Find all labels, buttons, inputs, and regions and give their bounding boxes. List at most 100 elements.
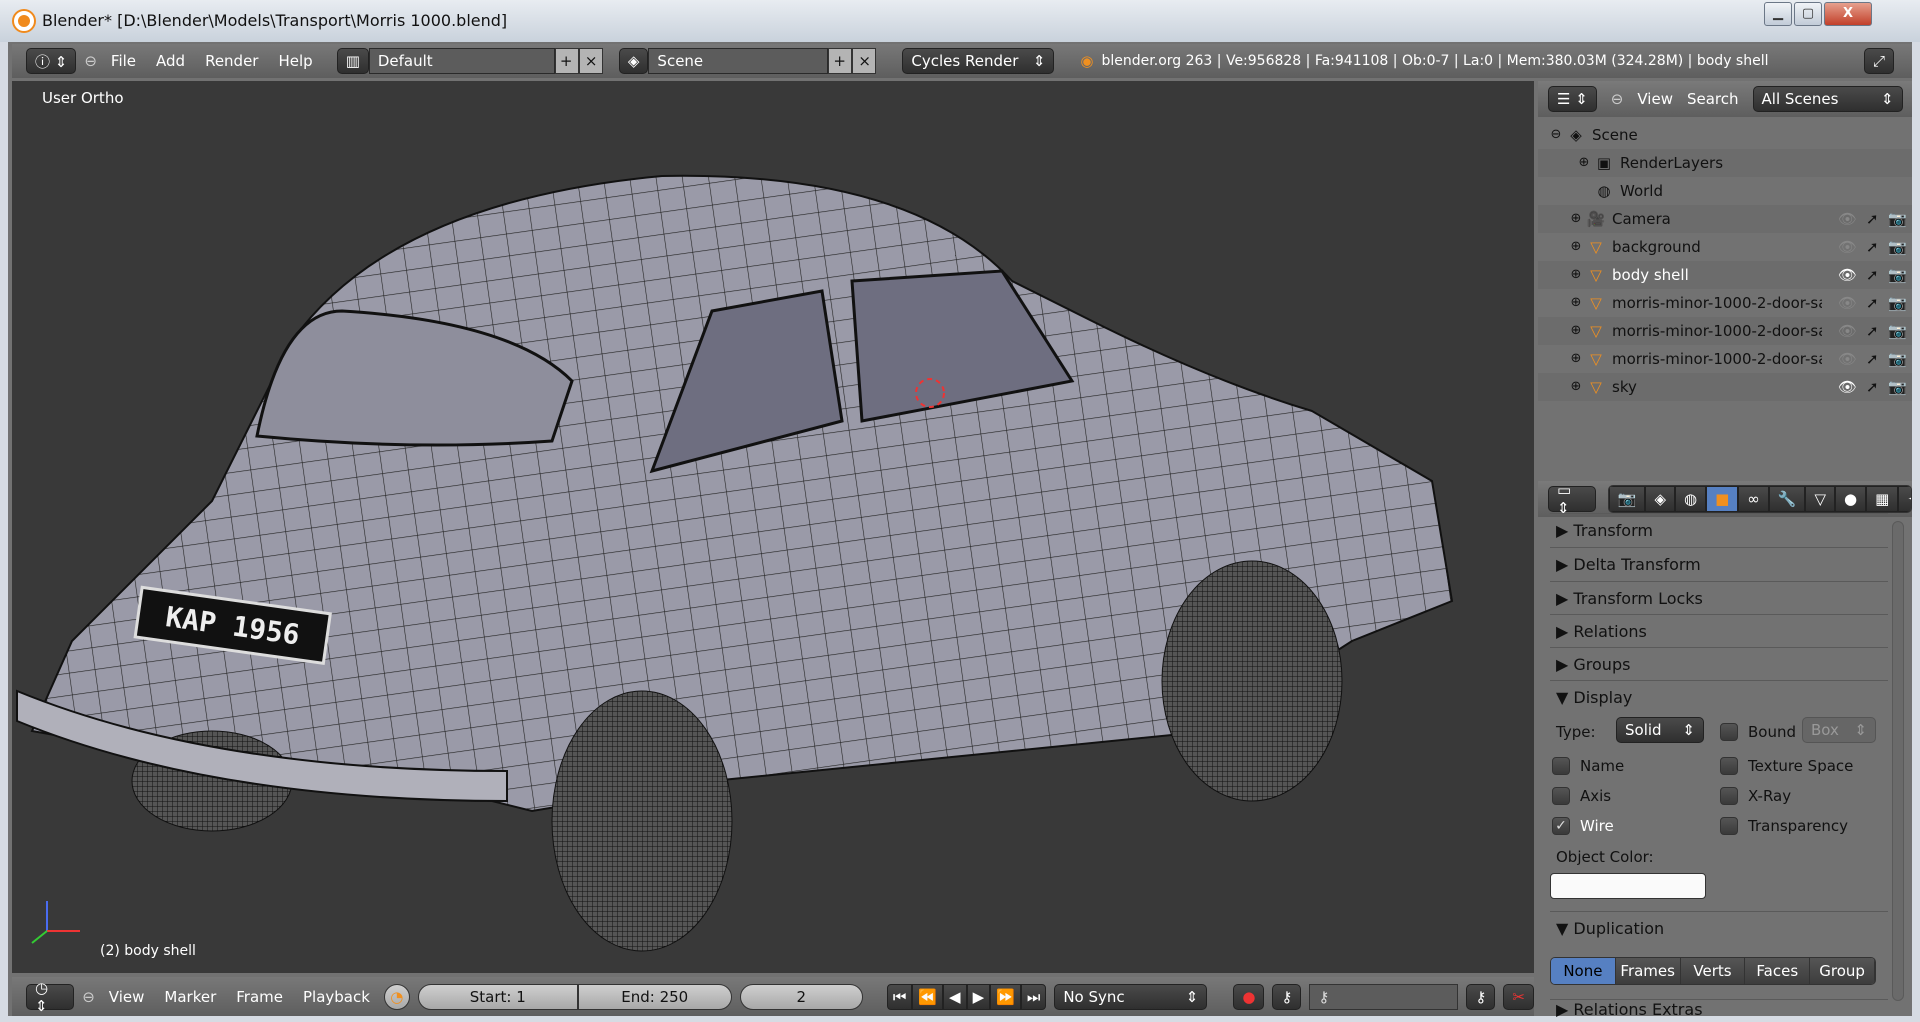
collapse-icon[interactable]: ⊖ (1611, 90, 1624, 108)
render-engine-dropdown[interactable]: Cycles Render ⇕ (902, 48, 1055, 74)
minimize-button[interactable]: ▁ (1764, 2, 1792, 26)
menu-frame[interactable]: Frame (230, 988, 289, 1006)
outliner-item[interactable]: ◍ World (1538, 177, 1912, 205)
name-checkbox[interactable]: Name (1552, 757, 1624, 775)
outliner-view-menu[interactable]: View (1637, 90, 1673, 108)
transparency-checkbox[interactable]: Transparency (1720, 817, 1848, 835)
outliner-item[interactable]: ⊕ ▽ background 👁 ➚ 📷 (1538, 233, 1912, 261)
menu-file[interactable]: File (105, 52, 142, 70)
renderability-camera-icon[interactable]: 📷 (1888, 350, 1907, 368)
editor-type-info-icon[interactable]: ⓘ ⇕ (26, 48, 77, 74)
expand-icon[interactable]: ⊕ (1566, 293, 1586, 313)
texture-tab-icon[interactable]: ▦ (1866, 486, 1899, 512)
world-tab-icon[interactable]: ◍ (1674, 486, 1707, 512)
delete-scene-icon[interactable]: × (852, 48, 877, 74)
selectability-cursor-icon[interactable]: ➚ (1866, 378, 1879, 396)
axis-checkbox[interactable]: Axis (1552, 787, 1611, 805)
panel-relations-extras[interactable]: ▶ Relations Extras (1550, 999, 1888, 1019)
menu-add[interactable]: Add (150, 52, 191, 70)
selectability-cursor-icon[interactable]: ➚ (1866, 322, 1879, 340)
object-color-swatch[interactable] (1550, 873, 1706, 899)
menu-render[interactable]: Render (199, 52, 264, 70)
expand-icon[interactable]: ⊕ (1566, 349, 1586, 369)
insert-keyframe-icon[interactable]: ⚷ (1466, 983, 1496, 1010)
layout-icon[interactable]: ▥ (336, 48, 369, 74)
object-tab-icon[interactable]: ■ (1706, 486, 1739, 512)
timeline-editor-icon[interactable]: ◷ ⇕ (26, 979, 75, 1015)
delete-keyframe-icon[interactable]: ✂ (1503, 983, 1534, 1010)
outliner-item[interactable]: ⊖ ◈ Scene (1538, 121, 1912, 149)
outliner-item[interactable]: ⊕ ▽ sky 👁 ➚ 📷 (1538, 373, 1912, 401)
keying-icon[interactable]: ⚷ (1272, 983, 1302, 1010)
texture-space-checkbox[interactable]: Texture Space (1720, 757, 1853, 775)
wire-checkbox[interactable]: ✓ Wire (1552, 817, 1614, 835)
bound-checkbox[interactable]: Bound (1720, 723, 1796, 741)
visibility-eye-icon[interactable]: 👁 (1838, 350, 1857, 368)
menu-playback[interactable]: Playback (297, 988, 376, 1006)
play-icon[interactable]: ▶ (966, 983, 991, 1010)
panel-display[interactable]: ▼ Display (1550, 680, 1888, 714)
panel-transform[interactable]: ▶ Transform (1550, 513, 1888, 547)
renderability-camera-icon[interactable]: 📷 (1888, 210, 1907, 228)
renderability-camera-icon[interactable]: 📷 (1888, 266, 1907, 284)
constraints-tab-icon[interactable]: ∞ (1738, 486, 1769, 512)
selectability-cursor-icon[interactable]: ➚ (1866, 238, 1879, 256)
display-type-dropdown[interactable]: Solid ⇕ (1616, 717, 1704, 743)
panel-groups[interactable]: ▶ Groups (1550, 647, 1888, 681)
outliner-item[interactable]: ⊕ ▽ body shell 👁 ➚ 📷 (1538, 261, 1912, 289)
end-frame-field[interactable]: End: 250 (577, 983, 732, 1010)
expand-icon[interactable]: ⊕ (1566, 377, 1586, 397)
3d-viewport[interactable]: User Ortho KAP 1956 (2) body shell (12, 81, 1534, 973)
modifiers-tab-icon[interactable]: 🔧 (1768, 486, 1806, 512)
menu-marker[interactable]: Marker (158, 988, 222, 1006)
expand-icon[interactable]: ⊕ (1574, 153, 1594, 173)
scene-selector[interactable]: Scene (648, 48, 829, 74)
panel-transform-locks[interactable]: ▶ Transform Locks (1550, 581, 1888, 615)
add-layout-icon[interactable]: + (554, 48, 579, 74)
dup-faces-button[interactable]: Faces (1745, 958, 1811, 984)
visibility-eye-icon[interactable]: 👁 (1838, 322, 1857, 340)
collapse-icon[interactable]: ⊖ (1546, 125, 1566, 145)
data-tab-icon[interactable]: ▽ (1805, 486, 1835, 512)
menu-help[interactable]: Help (272, 52, 318, 70)
renderability-camera-icon[interactable]: 📷 (1888, 294, 1907, 312)
jump-start-icon[interactable]: ⏮ (886, 983, 913, 1010)
expand-icon[interactable]: ⊕ (1566, 321, 1586, 341)
next-keyframe-icon[interactable]: ⏩ (990, 983, 1021, 1010)
panel-delta-transform[interactable]: ▶ Delta Transform (1550, 547, 1888, 581)
renderability-camera-icon[interactable]: 📷 (1888, 378, 1907, 396)
render-tab-icon[interactable]: 📷 (1608, 486, 1646, 512)
menu-view[interactable]: View (103, 988, 151, 1006)
outliner-item[interactable]: ⊕ 🎥 Camera 👁 ➚ 📷 (1538, 205, 1912, 233)
visibility-eye-icon[interactable]: 👁 (1838, 238, 1857, 256)
scene-icon[interactable]: ◈ (618, 48, 649, 74)
selectability-cursor-icon[interactable]: ➚ (1866, 350, 1879, 368)
prev-keyframe-icon[interactable]: ⏪ (912, 983, 944, 1010)
collapse-icon[interactable]: ⊖ (82, 988, 95, 1006)
record-icon[interactable]: ● (1233, 983, 1265, 1010)
expand-icon[interactable]: ⊕ (1566, 265, 1586, 285)
particles-tab-icon[interactable]: ✦ (1898, 486, 1911, 512)
renderability-camera-icon[interactable]: 📷 (1888, 238, 1907, 256)
visibility-eye-icon[interactable]: 👁 (1838, 294, 1857, 312)
dup-group-button[interactable]: Group (1810, 958, 1875, 984)
fullscreen-icon[interactable]: ⤢ (1863, 48, 1894, 74)
renderability-camera-icon[interactable]: 📷 (1888, 322, 1907, 340)
keying-set-field[interactable]: ⚷ (1309, 983, 1459, 1010)
properties-editor-icon[interactable]: ▭ ⇕ (1548, 481, 1596, 517)
selectability-cursor-icon[interactable]: ➚ (1866, 266, 1879, 284)
collapse-menu-icon[interactable]: ⊖ (84, 52, 97, 70)
dup-verts-button[interactable]: Verts (1680, 958, 1746, 984)
display-mode-dropdown[interactable]: All Scenes ⇕ (1752, 86, 1903, 112)
visibility-eye-icon[interactable]: 👁 (1838, 210, 1857, 228)
outliner-editor-icon[interactable]: ☰ ⇕ (1548, 86, 1597, 112)
scene-tab-icon[interactable]: ◈ (1645, 486, 1675, 512)
properties-scrollbar[interactable] (1892, 521, 1904, 1001)
maximize-button[interactable]: ▢ (1794, 2, 1822, 26)
outliner-item[interactable]: ⊕ ▽ morris-minor-1000-2-door-sal 👁 ➚ 📷 (1538, 317, 1912, 345)
layout-selector[interactable]: Default (368, 48, 555, 74)
expand-icon[interactable]: ⊕ (1566, 209, 1586, 229)
material-tab-icon[interactable]: ● (1835, 486, 1867, 512)
play-reverse-icon[interactable]: ◀ (943, 983, 967, 1010)
outliner-item[interactable]: ⊕ ▽ morris-minor-1000-2-door-sal 👁 ➚ 📷 (1538, 289, 1912, 317)
